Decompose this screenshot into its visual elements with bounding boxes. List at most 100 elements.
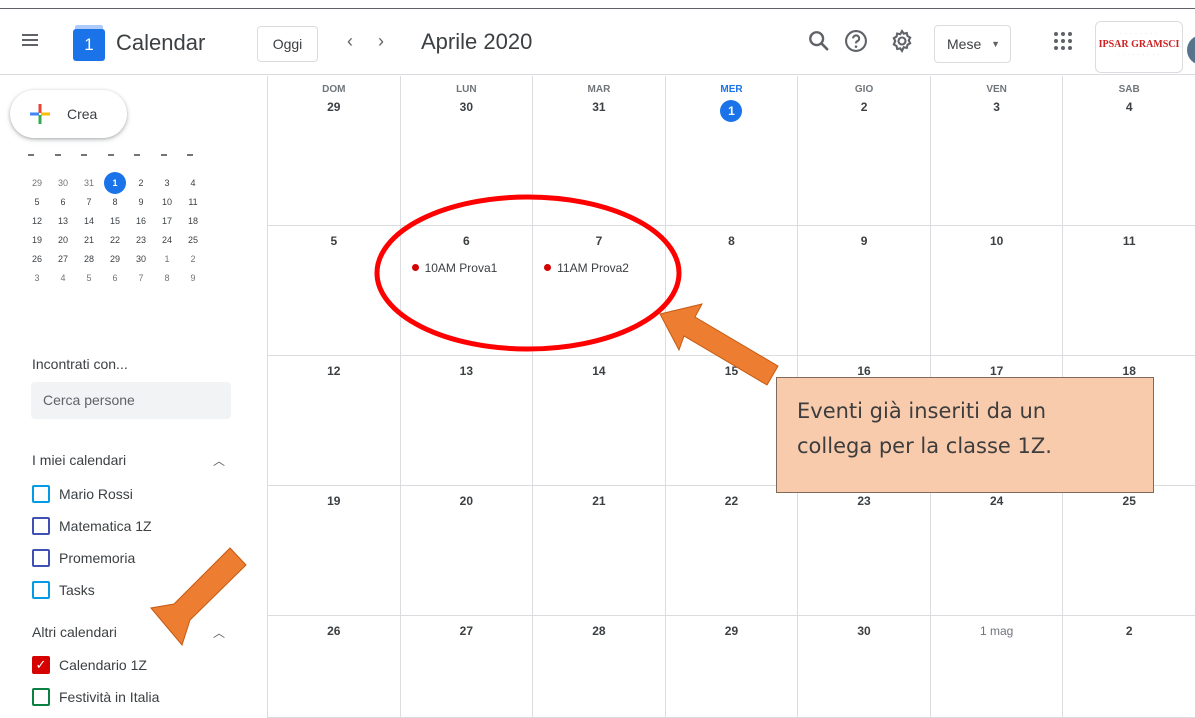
day-number[interactable]: 29 [268,100,400,114]
day-cell[interactable]: 13 [399,356,533,486]
mini-calendar-day[interactable]: 30 [128,250,154,269]
day-number[interactable]: 20 [401,494,533,508]
mini-calendar-day[interactable]: 23 [128,231,154,250]
mini-calendar-day[interactable]: 8 [102,193,128,212]
day-number[interactable]: 27 [401,624,533,638]
mini-calendar-day[interactable]: 8 [154,269,180,288]
event-chip[interactable]: 10AM Prova1 [411,261,497,275]
calendar-item[interactable]: Festività in Italia [32,685,232,709]
day-cell[interactable]: 26 [267,616,400,718]
day-number[interactable]: 1 mag [931,624,1063,638]
day-cell[interactable]: 8 [664,226,798,356]
mini-calendar-day[interactable]: 22 [102,231,128,250]
mini-calendar-day[interactable]: 18 [180,212,206,231]
collapse-my-calendars-icon[interactable]: ︿ [213,452,225,469]
day-number[interactable]: 10 [931,234,1063,248]
day-cell[interactable]: 14 [532,356,665,486]
day-number[interactable]: 28 [533,624,665,638]
day-cell[interactable]: 22 [664,486,798,616]
day-number[interactable]: 13 [401,364,533,378]
mini-calendar-day[interactable]: 15 [102,212,128,231]
day-cell[interactable]: 25 [1062,486,1195,616]
day-number[interactable]: 26 [268,624,400,638]
mini-calendar-day[interactable]: 21 [76,231,102,250]
day-cell[interactable]: 24 [929,486,1063,616]
collapse-other-calendars-icon[interactable]: ︿ [213,624,225,641]
mini-calendar-day[interactable]: 29 [102,250,128,269]
help-icon[interactable] [842,27,870,55]
mini-calendar-day[interactable]: 10 [154,193,180,212]
day-cell[interactable]: 20 [399,486,533,616]
calendar-logo-icon[interactable]: 1 [71,25,107,61]
day-number[interactable]: 6 [401,234,533,248]
day-number[interactable]: 4 [1063,100,1195,114]
event-chip[interactable]: 11AM Prova2 [544,261,629,275]
my-calendars-header[interactable]: I miei calendari [32,452,126,468]
mini-calendar-day[interactable]: 25 [180,231,206,250]
day-number[interactable]: 24 [931,494,1063,508]
mini-calendar-day[interactable]: 4 [180,174,206,193]
mini-calendar-day[interactable]: 29 [24,174,50,193]
day-cell[interactable]: 5 [267,226,400,356]
day-number[interactable]: 11 [1063,234,1195,248]
app-title[interactable]: Calendar [116,30,205,56]
view-selector[interactable]: Mese ▼ [934,25,1011,63]
other-calendars-header[interactable]: Altri calendari [32,624,117,640]
day-number[interactable]: 14 [533,364,665,378]
day-number[interactable]: 17 [931,364,1063,378]
search-icon[interactable] [805,27,833,55]
checkbox-icon[interactable] [32,485,50,503]
account-avatar[interactable] [1187,35,1195,65]
day-cell[interactable]: 28 [532,616,665,718]
menu-icon[interactable] [20,31,40,51]
mini-calendar-day[interactable]: 26 [24,250,50,269]
mini-calendar-day[interactable]: 16 [128,212,154,231]
day-number[interactable]: 29 [666,624,798,638]
calendar-item[interactable]: ✓ Calendario 1Z [32,653,232,677]
mini-calendar-day[interactable]: 30 [50,174,76,193]
mini-calendar-day[interactable]: 5 [24,193,50,212]
mini-calendar-day[interactable]: 11 [180,193,206,212]
day-cell[interactable]: 1 mag [929,616,1063,718]
day-cell[interactable]: 9 [797,226,930,356]
day-cell[interactable]: 11 [1062,226,1195,356]
checkbox-icon[interactable] [32,517,50,535]
calendar-item[interactable]: Promemoria [32,546,232,570]
day-number[interactable]: 25 [1063,494,1195,508]
settings-icon[interactable] [888,27,916,55]
mini-calendar-day[interactable]: 3 [24,269,50,288]
day-number[interactable]: 21 [533,494,665,508]
mini-calendar-day[interactable]: 6 [102,269,128,288]
day-number[interactable]: 30 [798,624,930,638]
day-number[interactable]: 8 [666,234,798,248]
day-cell[interactable]: 12 [267,356,400,486]
day-cell[interactable]: 7 [532,226,665,356]
mini-calendar-day[interactable]: 17 [154,212,180,231]
calendar-item[interactable]: Tasks [32,578,232,602]
day-number[interactable]: 7 [533,234,665,248]
day-cell[interactable]: 23 [797,486,930,616]
day-number[interactable]: 9 [798,234,930,248]
mini-calendar-today[interactable]: 1 [102,172,128,194]
day-number[interactable]: 2 [798,100,930,114]
mini-calendar-day[interactable]: 6 [50,193,76,212]
day-cell[interactable]: 10 [929,226,1063,356]
day-number[interactable]: 12 [268,364,400,378]
day-cell[interactable]: GIO 2 [797,76,930,226]
day-number[interactable]: 30 [401,100,533,114]
day-number[interactable]: 5 [268,234,400,248]
next-period-button[interactable]: › [378,31,384,52]
day-cell[interactable]: VEN 3 [929,76,1063,226]
day-number[interactable]: 23 [798,494,930,508]
mini-calendar-day[interactable]: 14 [76,212,102,231]
calendar-item[interactable]: Matematica 1Z [32,514,232,538]
day-cell[interactable]: 30 [797,616,930,718]
day-cell[interactable]: DOM 29 [267,76,400,226]
previous-period-button[interactable]: ‹ [347,31,353,52]
day-cell[interactable]: 6 [399,226,533,356]
people-search-input[interactable]: Cerca persone [31,382,231,419]
day-number[interactable]: 22 [666,494,798,508]
day-cell[interactable]: MAR 31 [532,76,665,226]
mini-calendar-day[interactable]: 9 [128,193,154,212]
checkbox-icon[interactable] [32,581,50,599]
